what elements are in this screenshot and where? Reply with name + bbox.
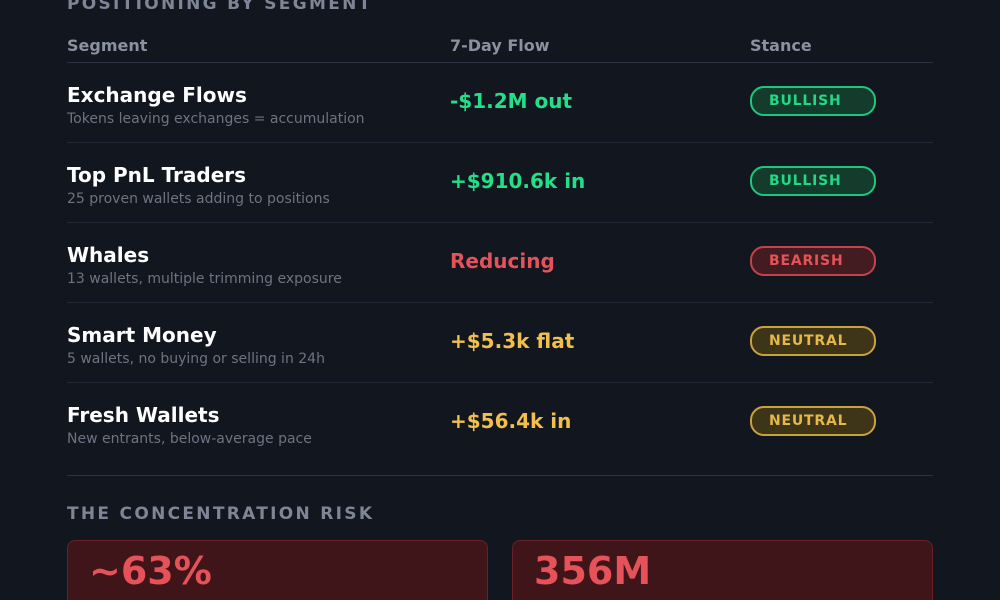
dashboard-page: POSITIONING BY SEGMENT Segment 7-Day Flo… [0,0,1000,600]
positioning-section-title: POSITIONING BY SEGMENT [67,0,373,14]
segment-description: New entrants, below-average pace [67,431,312,447]
segment-description: Tokens leaving exchanges = accumulation [67,111,365,127]
flow-column-header: 7-Day Flow [450,36,550,55]
stance-badge: NEUTRAL [750,326,876,356]
stance-badge: BEARISH [750,246,876,276]
table-row-whales: Whales 13 wallets, multiple trimming exp… [67,223,933,303]
risk-stat-value: 356M [534,549,652,593]
segment-table-header: Segment 7-Day Flow Stance [67,36,933,63]
segment-flow-value: +$56.4k in [450,409,572,433]
section-divider [67,475,933,476]
segment-name: Smart Money [67,323,217,347]
segment-flow-value: -$1.2M out [450,89,573,113]
segment-name: Whales [67,243,150,267]
stance-column-header: Stance [750,36,812,55]
risk-stat-card: ~63% [67,540,488,600]
segment-name: Exchange Flows [67,83,247,107]
table-row-exchange-flows: Exchange Flows Tokens leaving exchanges … [67,63,933,143]
table-row-fresh-wallets: Fresh Wallets New entrants, below-averag… [67,383,933,463]
segment-name: Top PnL Traders [67,163,247,187]
concentration-section-title: THE CONCENTRATION RISK [67,504,375,524]
segment-flow-value: +$5.3k flat [450,329,575,353]
table-row-top-pnl-traders: Top PnL Traders 25 proven wallets adding… [67,143,933,223]
segment-flow-value: +$910.6k in [450,169,586,193]
risk-stat-card: 356M [512,540,933,600]
segment-description: 5 wallets, no buying or selling in 24h [67,351,325,367]
table-row-smart-money: Smart Money 5 wallets, no buying or sell… [67,303,933,383]
segment-column-header: Segment [67,36,148,55]
stance-badge: BULLISH [750,86,876,116]
segment-name: Fresh Wallets [67,403,220,427]
stance-badge: NEUTRAL [750,406,876,436]
stance-badge: BULLISH [750,166,876,196]
segment-description: 13 wallets, multiple trimming exposure [67,271,342,287]
segment-flow-value: Reducing [450,249,555,273]
segment-description: 25 proven wallets adding to positions [67,191,330,207]
risk-stat-value: ~63% [89,549,212,593]
